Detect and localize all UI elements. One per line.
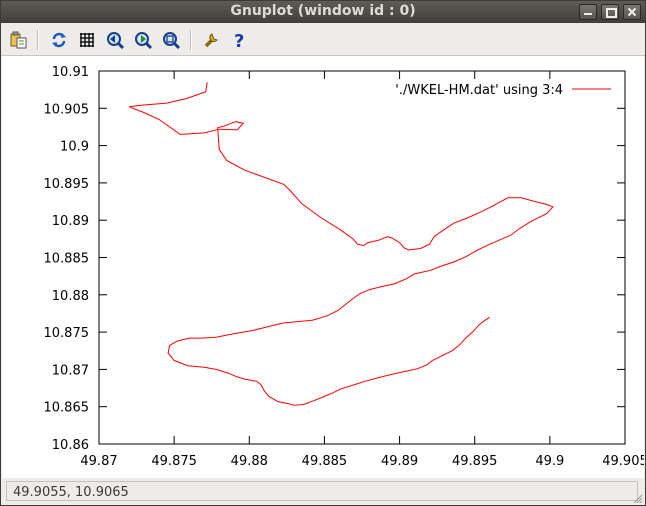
next-zoom-icon (135, 32, 152, 49)
y-tick-label: 10.9 (60, 140, 89, 155)
gnuplot-window: Gnuplot (window id : 0) ? 10.86 10.865 1… (0, 0, 646, 506)
y-tick-label: 10.89 (52, 214, 89, 229)
y-tick-label: 10.885 (44, 252, 90, 267)
cursor-coordinates: 49.9055, 10.9065 (13, 485, 129, 500)
copy-to-clipboard-button[interactable] (7, 29, 29, 51)
legend-label: './WKEL-HM.dat' using 3:4 (395, 83, 563, 98)
status-frame: 49.9055, 10.9065 (6, 481, 638, 501)
close-button[interactable] (623, 4, 641, 20)
toolbar: ? (1, 23, 645, 56)
x-tick-label: 49.89 (381, 454, 418, 469)
x-tick-label: 49.875 (151, 454, 197, 469)
next-zoom-button[interactable] (132, 29, 154, 51)
help-button[interactable]: ? (228, 29, 250, 51)
autoscale-button[interactable] (160, 29, 182, 51)
x-tick-label: 49.87 (80, 454, 117, 469)
y-tick-label: 10.905 (44, 102, 90, 117)
plot-canvas[interactable]: 10.86 10.865 10.87 10.875 10.88 10.885 10.89 10… (2, 56, 646, 478)
y-tick-label: 10.895 (44, 177, 90, 192)
title-bar[interactable]: Gnuplot (window id : 0) (1, 1, 645, 23)
series-line (128, 82, 554, 406)
y-tick-label: 10.86 (52, 438, 89, 453)
previous-zoom-button[interactable] (104, 29, 126, 51)
svg-text:?: ? (234, 31, 244, 49)
autoscale-icon (163, 32, 180, 49)
y-tick-label: 10.91 (52, 65, 89, 80)
status-bar: 49.9055, 10.9065 (2, 479, 644, 505)
chart-svg[interactable]: 10.86 10.865 10.87 10.875 10.88 10.885 10.89 10… (2, 56, 646, 478)
grid-icon (80, 33, 94, 47)
y-tick-label: 10.87 (52, 363, 89, 378)
x-tick-label: 49.88 (231, 454, 268, 469)
x-tick-label: 49.9 (535, 454, 564, 469)
toolbar-separator (190, 30, 192, 50)
plot-border (98, 70, 626, 445)
copy-to-clipboard-icon (10, 31, 27, 49)
replot-button[interactable] (48, 29, 70, 51)
minimize-button[interactable] (579, 4, 597, 20)
x-tick-label: 49.905 (602, 454, 644, 469)
help-icon: ? (234, 31, 244, 49)
configure-button[interactable] (200, 29, 222, 51)
x-tick-label: 49.885 (302, 454, 348, 469)
window-title: Gnuplot (window id : 0) (230, 3, 416, 19)
y-tick-label: 10.875 (44, 326, 90, 341)
x-tick-label: 49.895 (452, 454, 498, 469)
y-tick-label: 10.88 (52, 289, 89, 304)
resize-grip-icon[interactable] (632, 493, 642, 503)
y-tick-label: 10.865 (44, 401, 90, 416)
previous-zoom-icon (107, 32, 124, 49)
configure-icon (204, 33, 218, 48)
replot-icon (52, 32, 66, 48)
window-controls (579, 4, 641, 20)
maximize-button[interactable] (601, 4, 619, 20)
toolbar-separator (37, 30, 39, 50)
grid-button[interactable] (76, 29, 98, 51)
